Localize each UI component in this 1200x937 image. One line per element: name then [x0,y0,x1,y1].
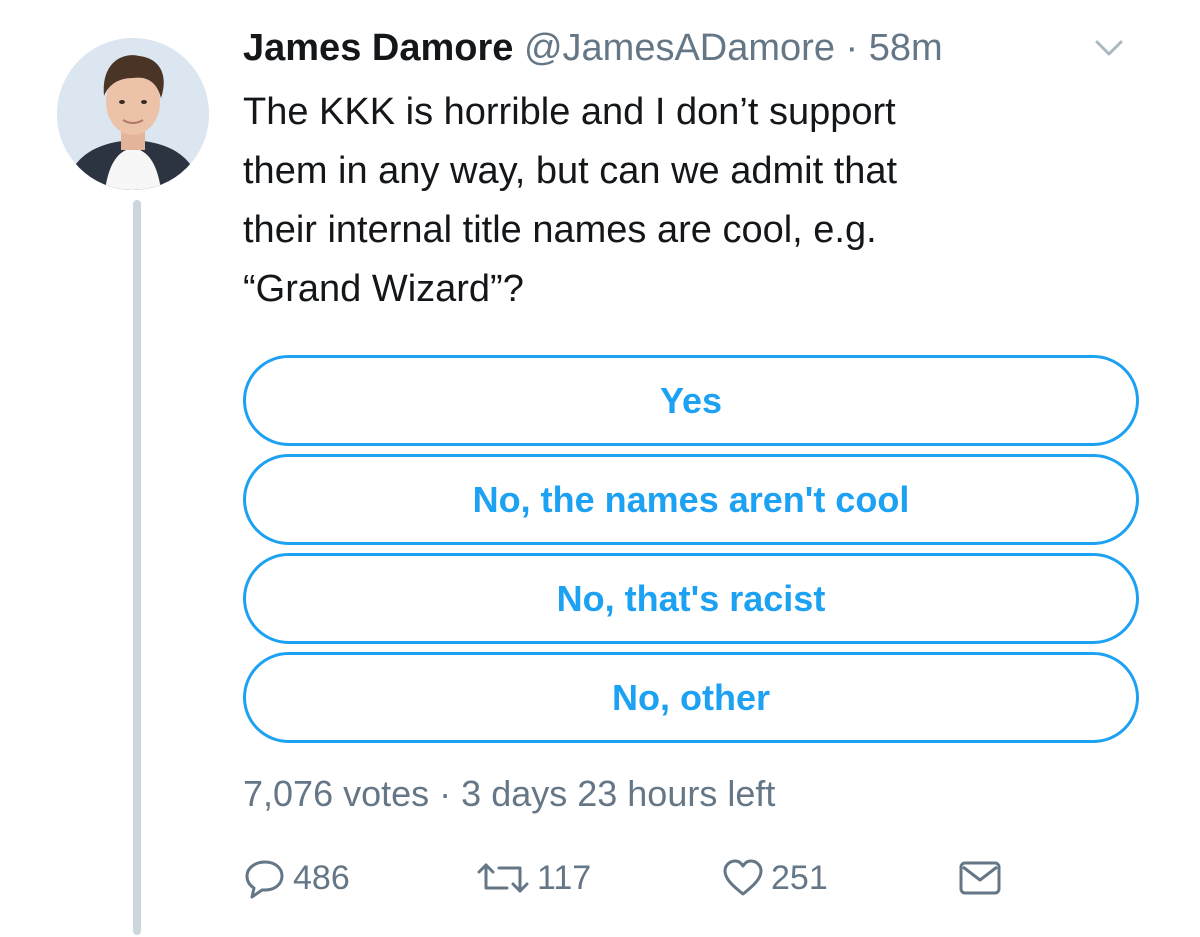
poll-meta-separator: · [439,773,452,814]
heart-icon [721,856,765,900]
author-handle[interactable]: @JamesADamore [524,27,835,69]
poll-option-names-not-cool[interactable]: No, the names aren't cool [243,454,1139,545]
avatar[interactable] [57,38,209,190]
retweet-button[interactable]: 117 [475,852,591,904]
header-separator: · [845,27,859,69]
reply-icon [243,856,287,900]
chevron-down-icon[interactable] [1087,36,1131,62]
retweet-count: 117 [537,858,592,897]
retweet-icon [475,856,531,900]
thread-line [133,200,141,935]
tweet-actions: 486 117 251 [243,852,1003,904]
poll-time-left: 3 days 23 hours left [461,773,776,814]
poll: Yes No, the names aren't cool No, that's… [243,355,1139,751]
direct-message-button[interactable] [957,852,1003,904]
reply-button[interactable]: 486 [243,852,350,904]
poll-option-racist[interactable]: No, that's racist [243,553,1139,644]
poll-vote-count: 7,076 votes [243,773,430,814]
reply-count: 486 [293,858,350,897]
envelope-icon [957,856,1003,900]
poll-option-other[interactable]: No, other [243,652,1139,743]
like-count: 251 [771,858,828,897]
poll-option-yes[interactable]: Yes [243,355,1139,446]
tweet-header: James Damore @JamesADamore · 58m [243,25,1123,71]
tweet-text: The KKK is horrible and I don’t support … [243,91,898,310]
like-button[interactable]: 251 [721,852,828,904]
poll-meta: 7,076 votes · 3 days 23 hours left [243,772,775,816]
avatar-photo [57,38,209,190]
tweet-timestamp[interactable]: 58m [869,27,943,69]
author-name[interactable]: James Damore [243,27,513,69]
